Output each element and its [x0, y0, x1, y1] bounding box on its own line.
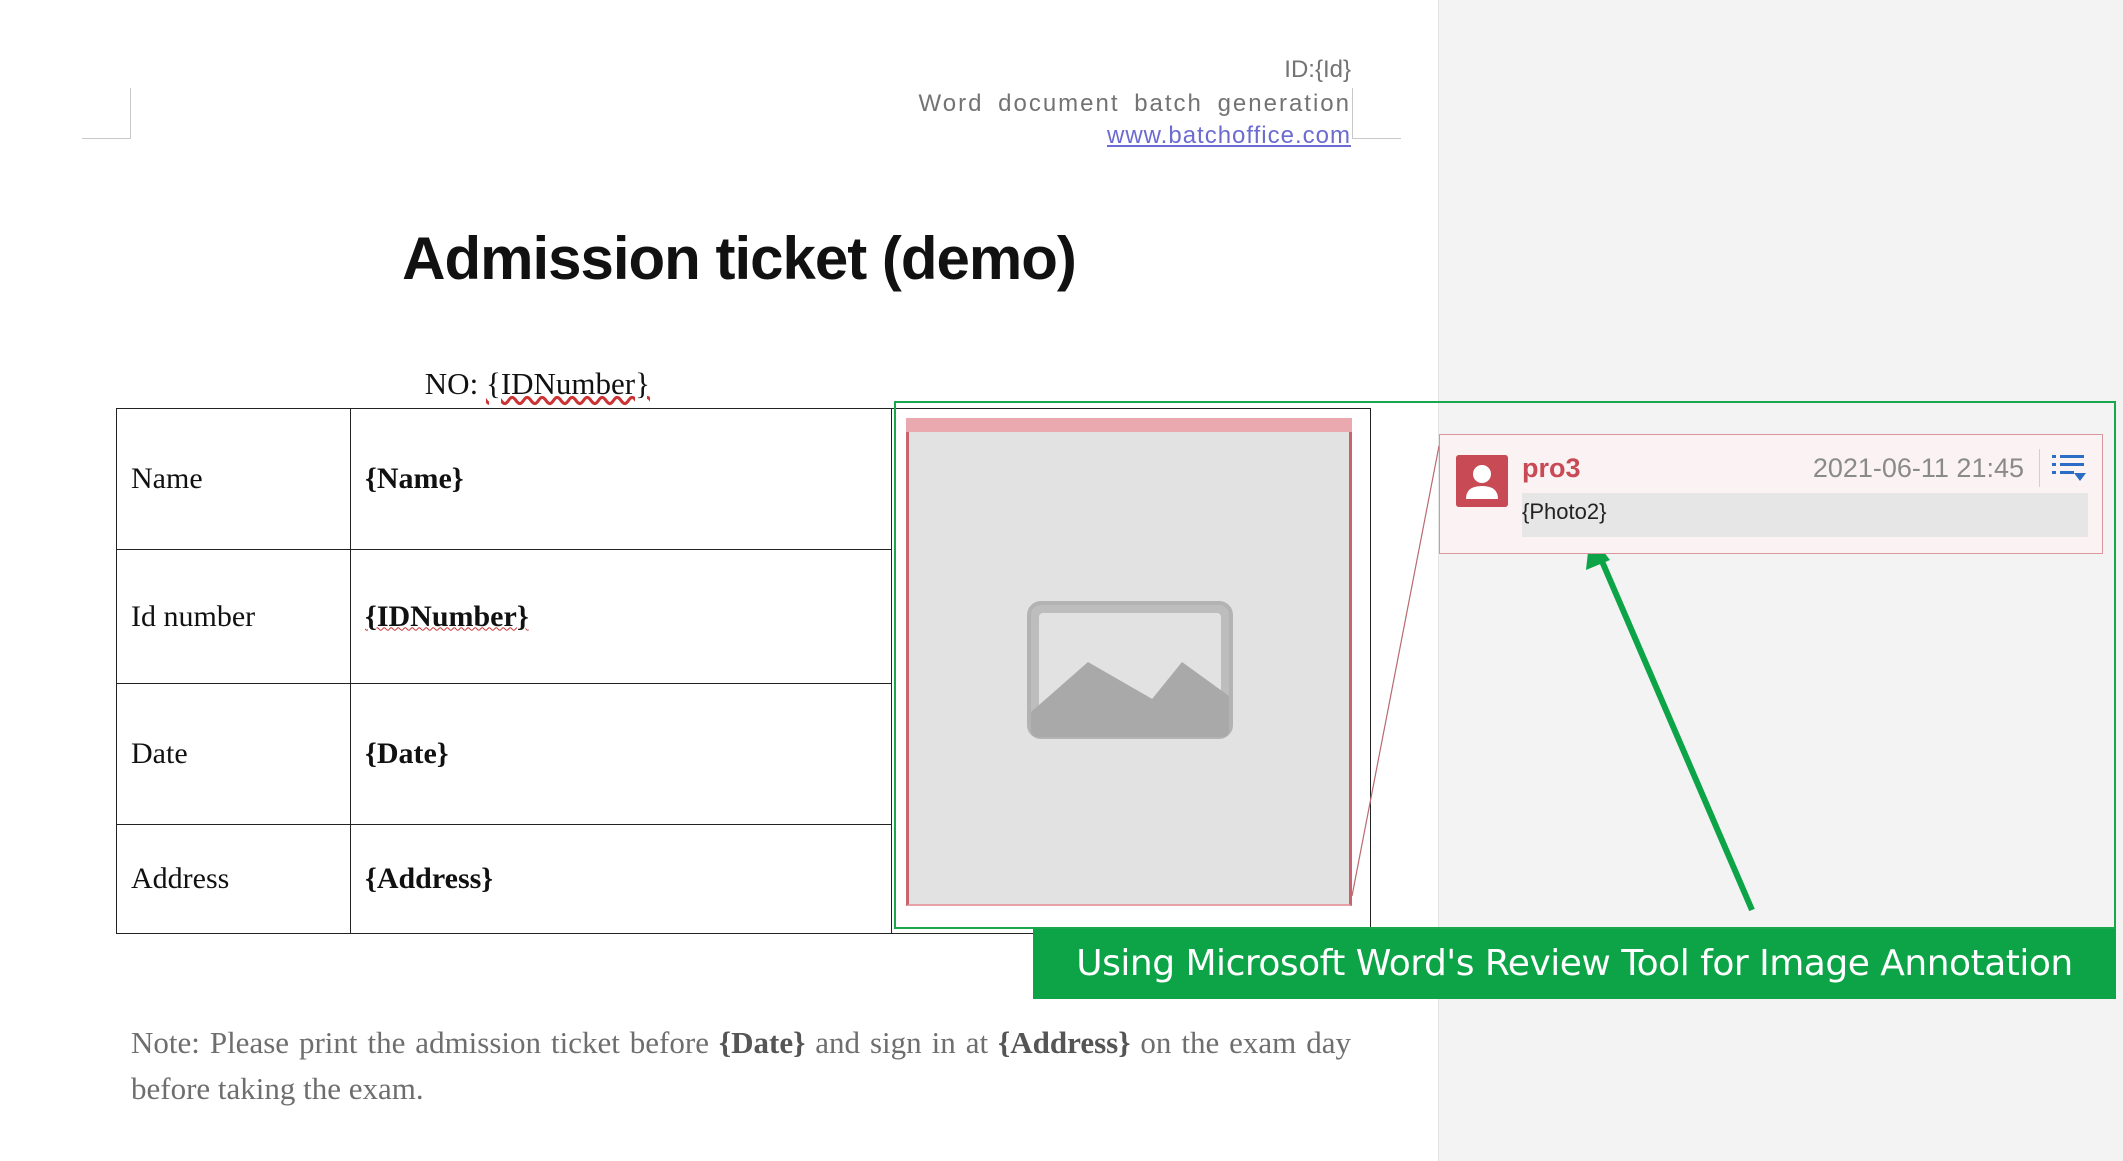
ticket-number: NO: {IDNumber}	[425, 366, 650, 402]
comment-author: pro3	[1522, 453, 1581, 483]
row-value-date[interactable]: {Date}	[350, 683, 892, 825]
ticket-number-prefix: NO:	[424, 366, 486, 401]
note-date: {Date}	[718, 1025, 806, 1060]
note-text-2: and sign in at	[805, 1025, 999, 1060]
row-label-address: Address	[116, 824, 351, 934]
row-value-id-number-text: {IDNumber}	[365, 599, 529, 633]
comment-separator	[2039, 449, 2040, 487]
note-text-1: Note: Please print the admission ticket …	[131, 1025, 719, 1060]
document-title: Admission ticket (demo)	[402, 225, 1077, 292]
comment-menu-icon[interactable]	[2050, 451, 2086, 485]
comment-body[interactable]: {Photo2}	[1522, 493, 2088, 537]
exam-note: Note: Please print the admission ticket …	[131, 1020, 1351, 1112]
crop-mark-top-right	[1352, 88, 1401, 139]
note-address: {Address}	[998, 1025, 1131, 1060]
row-value-address[interactable]: {Address}	[350, 824, 892, 934]
annotation-banner: Using Microsoft Word's Review Tool for I…	[1033, 929, 2116, 999]
review-comment[interactable]: pro3 2021-06-11 21:45 {Photo2}	[1439, 434, 2103, 554]
user-avatar-icon	[1456, 455, 1508, 507]
row-label-date: Date	[116, 683, 351, 825]
header-id: ID:{Id}	[1284, 56, 1351, 83]
crop-mark-top-left	[82, 88, 131, 139]
comment-text: {Photo2}	[1522, 499, 1607, 524]
row-label-id-number: Id number	[116, 549, 351, 684]
row-label-name: Name	[116, 408, 351, 550]
row-value-name[interactable]: {Name}	[350, 408, 892, 550]
comment-timestamp: 2021-06-11 21:45	[1812, 453, 2024, 483]
header-subtitle: Word document batch generation	[918, 90, 1351, 117]
ticket-number-value: {IDNumber}	[485, 366, 650, 401]
row-value-id-number[interactable]: {IDNumber}	[350, 549, 892, 684]
header-link[interactable]: www.batchoffice.com	[1107, 122, 1351, 150]
